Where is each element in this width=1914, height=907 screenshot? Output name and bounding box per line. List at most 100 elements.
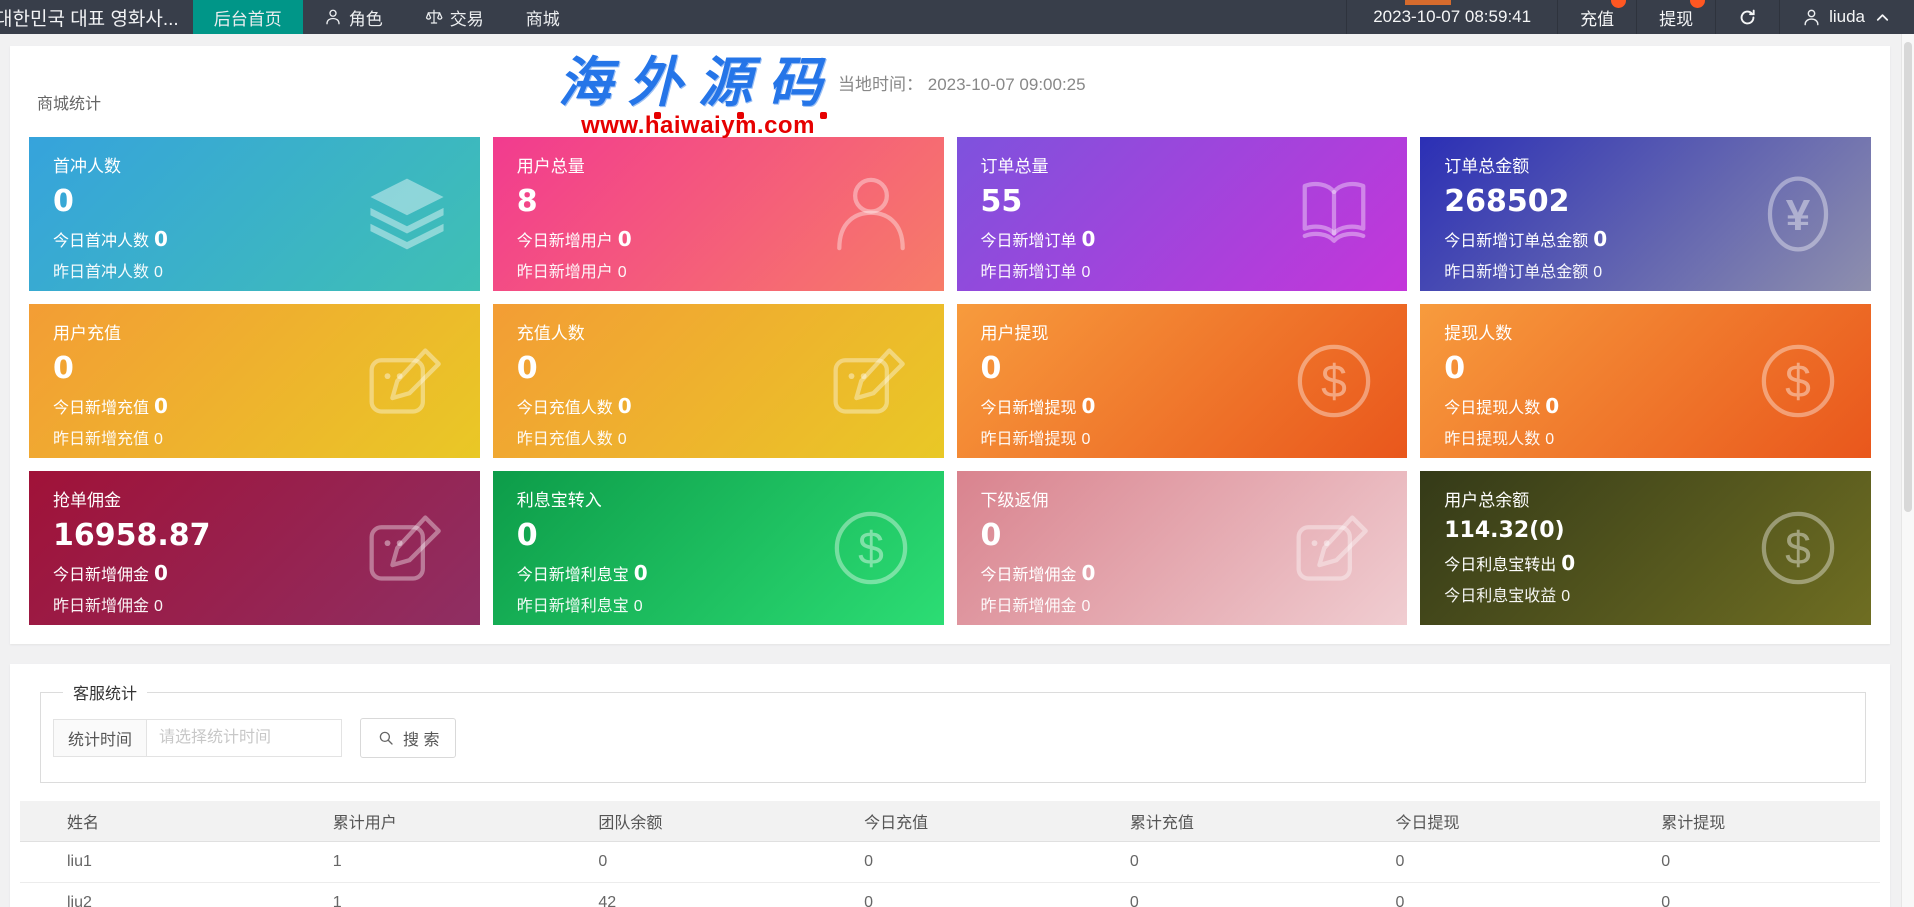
stat-time-label: 统计时间 bbox=[53, 719, 148, 757]
table-cell: 0 bbox=[1614, 882, 1880, 907]
recharge-label: 充值 bbox=[1580, 9, 1615, 29]
tab-dashboard[interactable]: 后台首页 bbox=[192, 0, 303, 34]
topbar: 대한민국 대표 영화사... 后台首页 角色 交易 商城 2023-10-07 … bbox=[0, 0, 1914, 34]
column-header: 累计提现 bbox=[1614, 801, 1880, 842]
local-time-value: 2023-10-07 09:00:25 bbox=[927, 75, 1086, 94]
card-title: 提现人数 bbox=[1444, 324, 1513, 343]
card-title: 订单总量 bbox=[980, 157, 1049, 176]
stat-time-input[interactable] bbox=[146, 719, 343, 757]
card-title: 订单总金额 bbox=[1444, 157, 1530, 176]
username: liuda bbox=[1829, 7, 1865, 26]
service-stats-title: 客服统计 bbox=[73, 686, 138, 703]
card-title: 利息宝转入 bbox=[516, 491, 602, 510]
watermark-url: www.haiwaiym.com bbox=[581, 112, 815, 139]
yen-icon: ¥ bbox=[1759, 175, 1837, 253]
column-header: 今日充值 bbox=[817, 801, 1083, 842]
service-stats-panel: 客服统计 统计时间 搜 索 姓名累计用户团队余额今日充值累计充值今日提现累计提现… bbox=[10, 664, 1890, 907]
stat-card: 用户总量 8 今日新增用户 0 昨日新增用户 0 bbox=[492, 137, 944, 291]
dollar-icon: $ bbox=[832, 509, 910, 587]
card-yesterday-line: 昨日新增提现 0 bbox=[980, 431, 1091, 448]
tab-mall-label: 商城 bbox=[525, 9, 560, 29]
stat-card: 用户提现 0 今日新增提现 0 昨日新增提现 0 $ bbox=[956, 304, 1408, 458]
scrollbar[interactable] bbox=[1901, 34, 1914, 907]
card-yesterday-line: 昨日新增佣金 0 bbox=[53, 598, 163, 615]
svg-text:$: $ bbox=[858, 522, 884, 574]
stat-card: 充值人数 0 今日充值人数 0 昨日充值人数 0 bbox=[492, 304, 944, 458]
user-icon bbox=[324, 8, 342, 26]
stat-card: 提现人数 0 今日提现人数 0 昨日提现人数 0 $ bbox=[1420, 304, 1871, 458]
table-cell: 0 bbox=[817, 841, 1083, 883]
dollar-icon: $ bbox=[1759, 509, 1837, 587]
stat-card: 利息宝转入 0 今日新增利息宝 0 昨日新增利息宝 0 $ bbox=[492, 471, 944, 625]
table-cell: 0 bbox=[1348, 882, 1615, 907]
card-yesterday-line: 昨日新增订单总金额 0 bbox=[1444, 264, 1603, 281]
stat-card: 下级返佣 0 今日新增佣金 0 昨日新增佣金 0 bbox=[956, 471, 1408, 625]
dollar-icon: $ bbox=[1759, 342, 1837, 420]
main-nav: 后台首页 角色 交易 商城 bbox=[192, 0, 581, 34]
chevron-up-icon bbox=[1873, 8, 1892, 27]
tab-trade[interactable]: 交易 bbox=[404, 0, 505, 34]
tab-roles-label: 角色 bbox=[348, 9, 383, 29]
card-yesterday-line: 昨日首冲人数 0 bbox=[53, 264, 163, 281]
user-avatar-icon bbox=[1802, 8, 1821, 27]
filter-form: 统计时间 搜 索 bbox=[53, 718, 1847, 758]
table-cell: 1 bbox=[285, 882, 552, 907]
scrollbar-thumb[interactable] bbox=[1904, 42, 1912, 512]
column-header: 姓名 bbox=[20, 801, 286, 842]
search-button-label: 搜 索 bbox=[403, 732, 440, 749]
stat-card: 首冲人数 0 今日首冲人数 0 昨日首冲人数 0 bbox=[29, 137, 480, 291]
tab-roles[interactable]: 角色 bbox=[303, 0, 404, 34]
mall-stats-panel: 海外源码 www.haiwaiym.com 当地时间： 2023-10-07 0… bbox=[10, 46, 1890, 644]
card-yesterday-line: 昨日充值人数 0 bbox=[516, 431, 627, 448]
stat-card: 订单总金额 268502 今日新增订单总金额 0 昨日新增订单总金额 0 ¥ bbox=[1420, 137, 1871, 291]
refresh-button[interactable] bbox=[1715, 0, 1779, 34]
service-table: 姓名 累计用户 团队余额 今日充值 累计充值 今日提现 累计提现 liu1 1 0 0 0 0 0 liu… bbox=[20, 801, 1880, 907]
table-cell: 0 bbox=[1082, 841, 1349, 883]
refresh-icon bbox=[1738, 8, 1757, 27]
card-yesterday-line: 昨日新增订单 0 bbox=[980, 264, 1091, 281]
user-menu[interactable]: liuda bbox=[1779, 0, 1914, 34]
card-title: 抢单佣金 bbox=[53, 491, 121, 510]
card-title: 首冲人数 bbox=[53, 157, 121, 176]
table-cell: 0 bbox=[1082, 882, 1349, 907]
server-datetime: 2023-10-07 08:59:41 bbox=[1346, 0, 1557, 34]
table-cell: 1 bbox=[285, 841, 552, 883]
table-header-row: 姓名 累计用户 团队余额 今日充值 累计充值 今日提现 累计提现 bbox=[20, 801, 1880, 842]
svg-text:¥: ¥ bbox=[1786, 191, 1811, 240]
edit-icon bbox=[832, 342, 910, 420]
card-title: 下级返佣 bbox=[980, 491, 1049, 510]
svg-text:$: $ bbox=[1321, 355, 1347, 407]
edit-icon bbox=[1295, 509, 1373, 587]
table-cell: 0 bbox=[1614, 841, 1880, 883]
stat-card: 订单总量 55 今日新增订单 0 昨日新增订单 0 bbox=[956, 137, 1408, 291]
table-row: liu2 1 42 0 0 0 0 bbox=[20, 882, 1880, 907]
local-time: 当地时间： 2023-10-07 09:00:25 bbox=[838, 70, 1086, 95]
tab-mall[interactable]: 商城 bbox=[505, 0, 581, 34]
tab-trade-label: 交易 bbox=[449, 9, 484, 29]
table-body: liu1100000liu21420000liu3341.340000 bbox=[20, 841, 1880, 907]
recharge-nav-item[interactable]: 充值 bbox=[1557, 0, 1636, 34]
table-cell: 0 bbox=[551, 841, 818, 883]
table-cell: 0 bbox=[817, 882, 1083, 907]
column-header: 累计充值 bbox=[1082, 801, 1349, 842]
edit-icon bbox=[368, 509, 446, 587]
layers-icon bbox=[368, 175, 446, 253]
edit-icon bbox=[368, 342, 446, 420]
search-button[interactable]: 搜 索 bbox=[360, 718, 457, 758]
card-title: 用户充值 bbox=[53, 324, 121, 343]
card-yesterday-line: 昨日提现人数 0 bbox=[1444, 431, 1555, 448]
tab-dashboard-label: 后台首页 bbox=[213, 9, 282, 29]
withdraw-label: 提现 bbox=[1659, 9, 1694, 29]
card-title: 用户总量 bbox=[516, 157, 585, 176]
stat-card: 抢单佣金 16958.87 今日新增佣金 0 昨日新增佣金 0 bbox=[29, 471, 480, 625]
card-title: 充值人数 bbox=[516, 324, 585, 343]
main-content: 海外源码 www.haiwaiym.com 当地时间： 2023-10-07 0… bbox=[0, 34, 1914, 907]
withdraw-nav-item[interactable]: 提现 bbox=[1636, 0, 1715, 34]
table-cell: liu2 bbox=[20, 882, 286, 907]
svg-text:$: $ bbox=[1785, 355, 1811, 407]
search-icon bbox=[377, 729, 396, 748]
stat-card: 用户总余额 114.32(0) 今日利息宝转出 0 今日利息宝收益 0 $ bbox=[1420, 471, 1871, 625]
svg-text:$: $ bbox=[1785, 522, 1811, 574]
clipped-text-fragment bbox=[1405, 0, 1452, 5]
local-time-label: 当地时间： bbox=[838, 75, 923, 94]
